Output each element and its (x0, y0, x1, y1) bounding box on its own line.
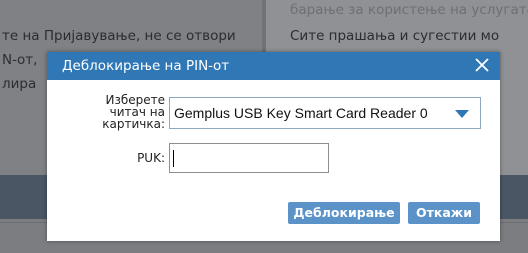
puk-label: PUK: (137, 151, 165, 165)
reader-label: Изберете читач на картичка: (102, 93, 165, 131)
chevron-down-icon[interactable] (444, 98, 480, 128)
background-text-left-1: N-от, (2, 52, 38, 68)
cancel-button[interactable]: Откажи (408, 202, 480, 224)
dialog-title: Деблокирање на PIN-от (62, 58, 230, 74)
background-text-left-2: лира (2, 76, 37, 92)
background-text-right-1: Сите прашања и сугестии мо (290, 28, 500, 44)
puk-input[interactable] (169, 143, 329, 173)
card-reader-selected-value: Gemplus USB Key Smart Card Reader 0 (174, 105, 428, 121)
unblock-pin-dialog: Деблокирање на PIN-от Изберете читач на … (47, 52, 500, 241)
background-text-left-0: те на Пријавување, не се отвори (2, 28, 236, 44)
background-text-right-0: барање за користење на услугата (290, 2, 528, 18)
dialog-titlebar: Деблокирање на PIN-от (47, 52, 500, 80)
unblock-button[interactable]: Деблокирање (288, 202, 400, 224)
text-caret (173, 150, 174, 167)
close-icon[interactable] (472, 55, 492, 75)
card-reader-select[interactable]: Gemplus USB Key Smart Card Reader 0 (169, 97, 481, 129)
